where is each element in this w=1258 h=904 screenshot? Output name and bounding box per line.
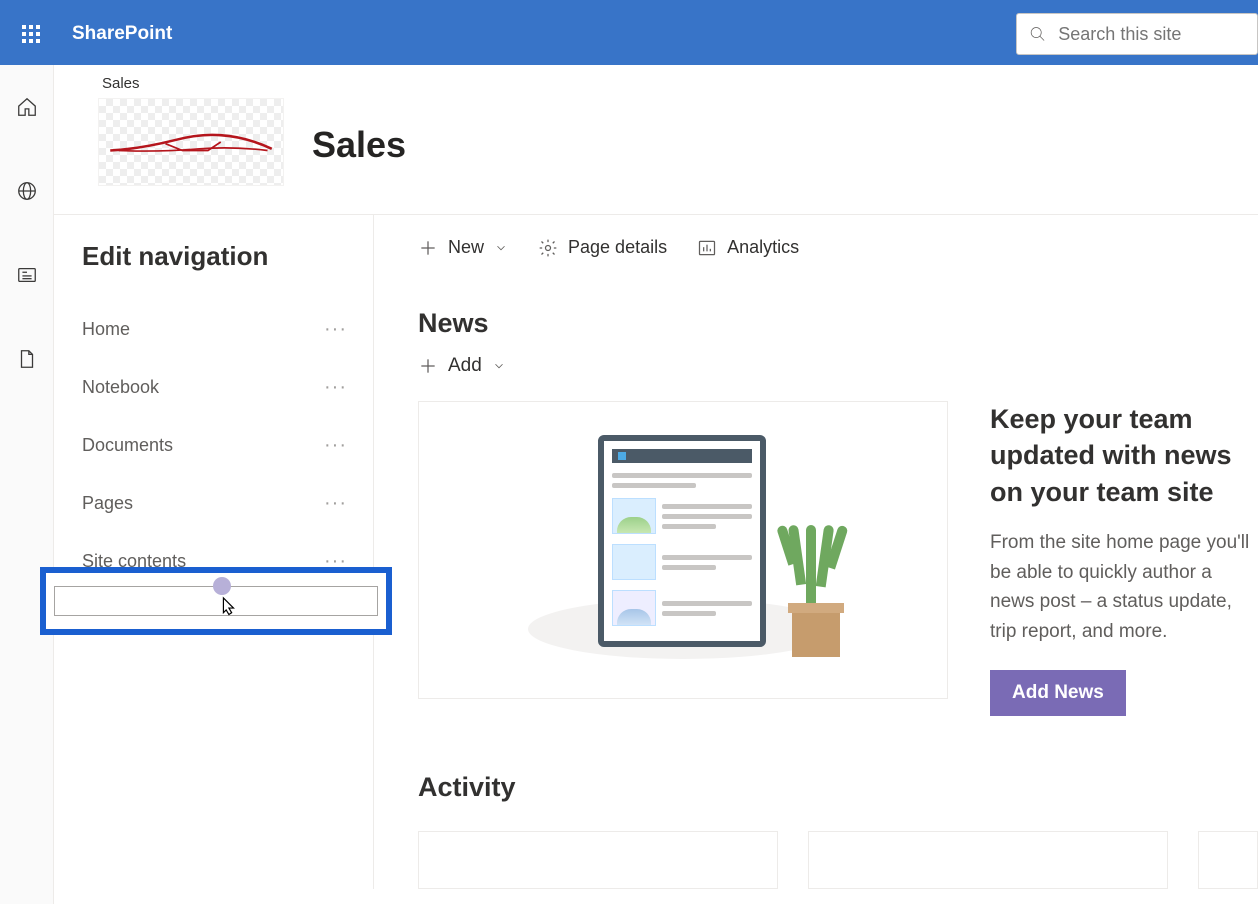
activity-section-title: Activity — [418, 772, 1258, 803]
add-nav-item-input[interactable] — [54, 586, 378, 616]
left-rail — [0, 65, 54, 904]
plus-icon — [418, 238, 438, 258]
new-button[interactable]: New — [418, 237, 508, 258]
nav-item-documents[interactable]: Documents ··· — [82, 416, 353, 474]
new-label: New — [448, 237, 484, 258]
command-bar: New Page details Analytics — [418, 237, 1258, 258]
home-icon — [16, 96, 38, 118]
car-logo-icon — [106, 122, 276, 162]
more-icon[interactable]: ··· — [324, 492, 347, 515]
analytics-button[interactable]: Analytics — [697, 237, 799, 258]
news-promo-heading: Keep your team updated with news on your… — [990, 401, 1258, 510]
nav-item-pages[interactable]: Pages ··· — [82, 474, 353, 532]
nav-label: Documents — [82, 435, 173, 456]
site-logo[interactable] — [98, 98, 284, 186]
page-details-label: Page details — [568, 237, 667, 258]
rail-news[interactable] — [7, 255, 47, 295]
rail-home[interactable] — [7, 87, 47, 127]
file-icon — [16, 348, 38, 370]
page-details-button[interactable]: Page details — [538, 237, 667, 258]
analytics-icon — [697, 238, 717, 258]
edit-navigation-panel: Edit navigation Home ··· Notebook ··· Docu… — [54, 215, 374, 889]
nav-label: Home — [82, 319, 130, 340]
site-title: Sales — [312, 124, 406, 166]
analytics-label: Analytics — [727, 237, 799, 258]
more-icon[interactable]: ··· — [324, 376, 347, 399]
rail-globe[interactable] — [7, 171, 47, 211]
chevron-down-icon — [494, 241, 508, 255]
app-launcher-button[interactable] — [0, 24, 62, 44]
edit-nav-heading: Edit navigation — [82, 241, 353, 272]
more-icon[interactable]: ··· — [324, 434, 347, 457]
app-name[interactable]: SharePoint — [72, 23, 172, 45]
news-promo-body: From the site home page you'll be able t… — [990, 528, 1258, 646]
search-input[interactable] — [1058, 24, 1245, 45]
activity-card[interactable] — [418, 831, 778, 889]
add-news-button[interactable]: Add News — [990, 670, 1126, 716]
activity-cards — [418, 831, 1258, 889]
rail-file[interactable] — [7, 339, 47, 379]
pointer-cursor-icon — [217, 596, 239, 622]
waffle-icon — [21, 24, 41, 44]
globe-icon — [16, 180, 38, 202]
add-news-dropdown[interactable]: Add — [418, 355, 1258, 377]
news-icon — [16, 264, 38, 286]
news-illustration-tile — [418, 401, 948, 699]
breadcrumb[interactable]: Sales — [102, 75, 284, 92]
nav-label: Notebook — [82, 377, 159, 398]
search-icon — [1029, 24, 1046, 44]
chevron-down-icon — [492, 359, 506, 373]
search-box[interactable] — [1016, 13, 1258, 55]
site-header: Sales Sales — [54, 65, 1258, 215]
nav-label: Pages — [82, 493, 133, 514]
nav-item-notebook[interactable]: Notebook ··· — [82, 358, 353, 416]
main-content: New Page details Analytics News Ad — [374, 215, 1258, 889]
more-icon[interactable]: ··· — [324, 318, 347, 341]
gear-icon — [538, 238, 558, 258]
plus-icon — [418, 356, 438, 376]
news-illustration — [518, 435, 848, 665]
news-section-title: News — [418, 308, 1258, 339]
add-nav-item-highlight — [40, 567, 392, 635]
add-icon[interactable] — [213, 577, 231, 595]
activity-card[interactable] — [1198, 831, 1258, 889]
nav-item-home[interactable]: Home ··· — [82, 300, 353, 358]
activity-card[interactable] — [808, 831, 1168, 889]
add-label: Add — [448, 355, 482, 377]
suite-header: SharePoint — [0, 3, 1258, 65]
